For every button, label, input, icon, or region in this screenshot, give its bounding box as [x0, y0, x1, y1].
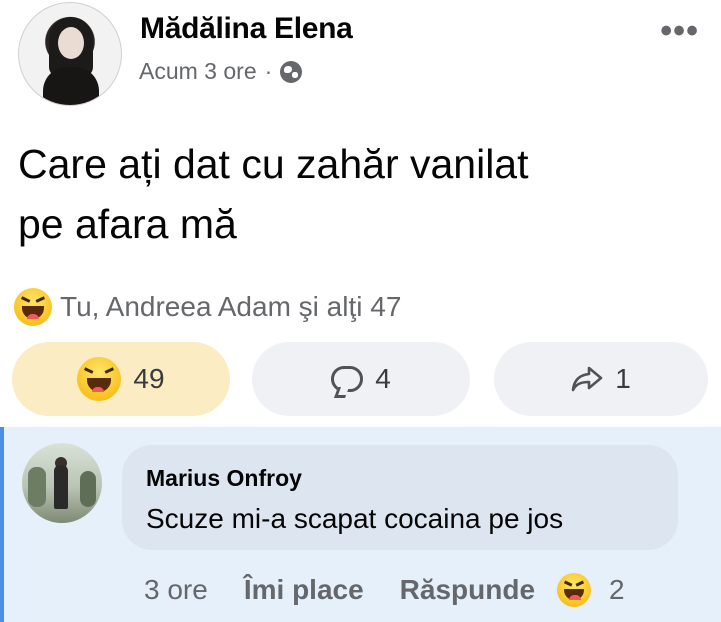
share-count: 1 — [615, 363, 631, 394]
post-text: Care ați dat cu zahăr vanilat pe afara m… — [18, 134, 698, 254]
haha-emoji-icon — [14, 288, 52, 326]
haha-emoji-icon — [77, 357, 122, 401]
author-avatar[interactable] — [18, 2, 122, 106]
share-icon — [571, 365, 603, 393]
comment-actions: 3 ore Îmi place Răspunde 2 — [144, 573, 625, 607]
comment-section: Marius Onfroy Scuze mi-a scapat cocaina … — [0, 427, 721, 622]
comment-bubble: Marius Onfroy Scuze mi-a scapat cocaina … — [122, 445, 678, 550]
comment-text: Scuze mi-a scapat cocaina pe jos — [146, 503, 564, 534]
author-name[interactable]: Mădălina Elena — [140, 12, 353, 46]
post-text-line1: Care ați dat cu zahăr vanilat — [18, 141, 529, 187]
commenter-name[interactable]: Marius Onfroy — [146, 465, 302, 492]
commenter-avatar[interactable] — [22, 443, 102, 523]
globe-icon[interactable] — [280, 60, 303, 83]
share-button[interactable]: 1 — [494, 342, 708, 416]
reply-button[interactable]: Răspunde — [400, 574, 535, 606]
reactions-summary-text: Tu, Andreea Adam şi alţi 47 — [60, 291, 402, 322]
post-meta: Acum 3 ore · — [139, 58, 303, 85]
haha-reaction-button[interactable]: 49 — [12, 342, 230, 416]
more-icon[interactable]: ••• — [660, 14, 699, 48]
meta-separator: · — [264, 58, 273, 84]
comment-reaction-count[interactable]: 2 — [609, 574, 625, 606]
haha-emoji-icon — [557, 573, 592, 607]
post-header: Mădălina Elena Acum 3 ore · ••• — [0, 0, 721, 110]
comment-button[interactable]: 4 — [252, 342, 470, 416]
comment-icon — [331, 366, 364, 392]
reactions-summary[interactable]: Tu, Andreea Adam şi alţi 47 — [14, 288, 401, 326]
like-button[interactable]: Îmi place — [244, 574, 364, 606]
comment-count: 4 — [375, 363, 391, 394]
comment-time[interactable]: 3 ore — [144, 574, 208, 606]
post-time[interactable]: Acum 3 ore — [139, 58, 257, 85]
post-text-line2: pe afara mă — [18, 201, 237, 247]
action-row: 49 4 1 — [12, 342, 712, 416]
haha-count: 49 — [133, 363, 165, 394]
